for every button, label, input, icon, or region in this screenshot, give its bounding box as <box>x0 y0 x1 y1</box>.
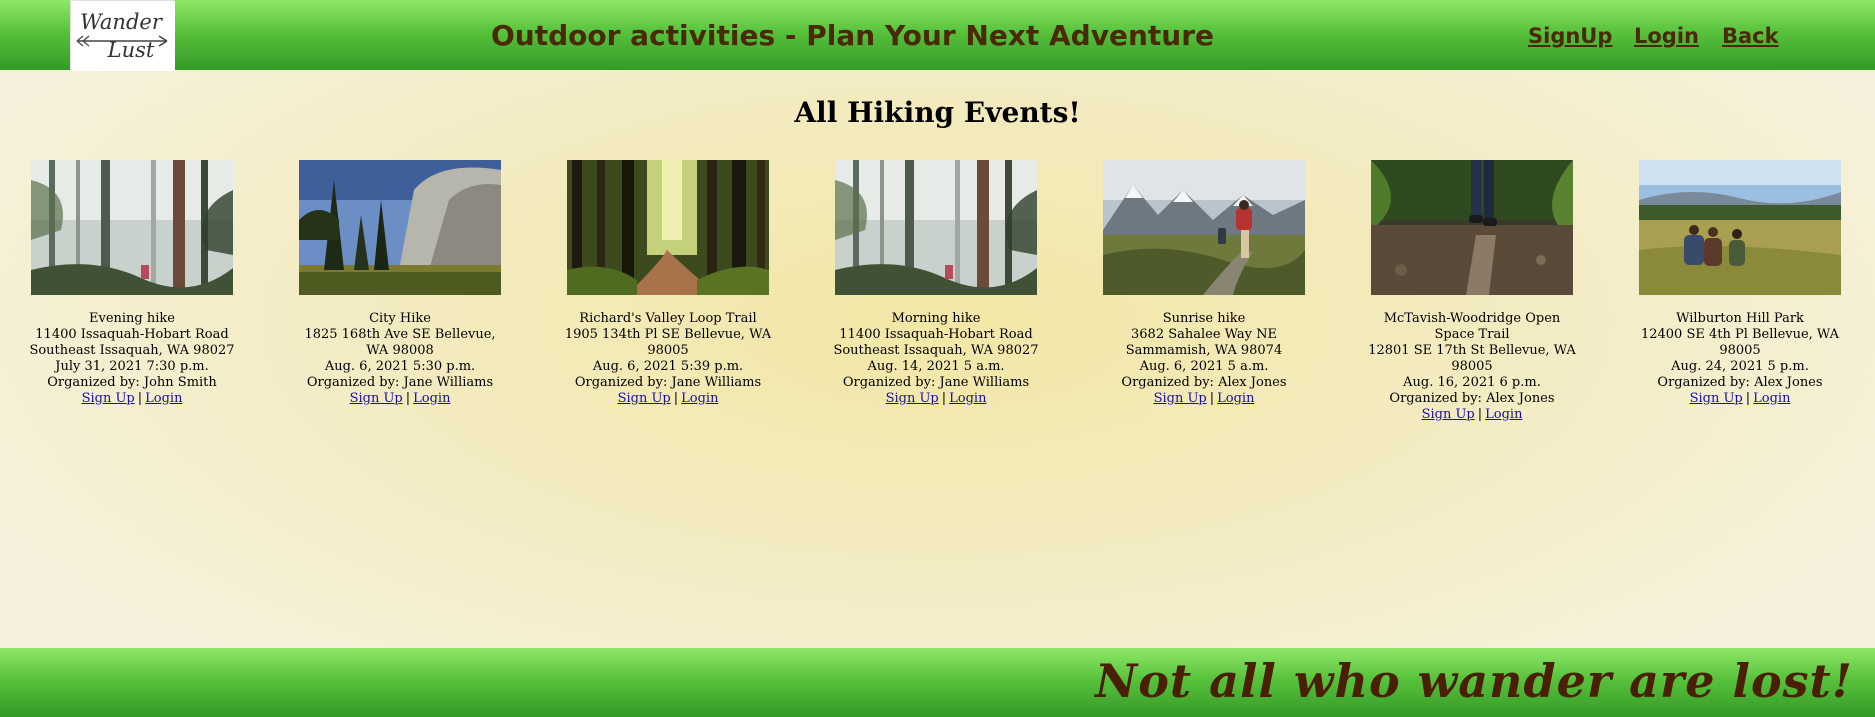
event-login-link[interactable]: Login <box>145 391 182 406</box>
events-list: Evening hike 11400 Issaquah-Hobart Road … <box>0 160 1875 460</box>
event-address: 1825 168th Ave SE Bellevue, WA 98008 <box>304 327 496 358</box>
log-walk-image <box>1371 160 1573 295</box>
event-card: Richard's Valley Loop Trail 1905 134th P… <box>563 160 773 407</box>
event-actions: Sign Up | Login <box>1099 391 1309 407</box>
event-organizer: Organized by: John Smith <box>47 375 217 390</box>
event-login-link[interactable]: Login <box>949 391 986 406</box>
event-card: Evening hike 11400 Issaquah-Hobart Road … <box>27 160 237 407</box>
nav-back-link[interactable]: Back <box>1722 0 1779 70</box>
header-bar: Wander Lust Outdoor activities - Plan Yo… <box>0 0 1875 71</box>
event-login-link[interactable]: Login <box>1753 391 1790 406</box>
event-actions: Sign Up | Login <box>1367 407 1577 423</box>
event-date: Aug. 6, 2021 5:30 p.m. <box>324 359 476 374</box>
event-address: 11400 Issaquah-Hobart Road Southeast Iss… <box>833 327 1039 358</box>
misty-forest-image <box>835 160 1037 295</box>
misty-forest-image <box>31 160 233 295</box>
event-image[interactable] <box>1103 160 1305 295</box>
event-name: McTavish-Woodridge Open Space Trail <box>1383 311 1561 342</box>
event-organizer: Organized by: Jane Williams <box>842 375 1030 390</box>
link-separator: | <box>405 391 411 406</box>
granite-cliff-image <box>299 160 501 295</box>
event-signup-link[interactable]: Sign Up <box>1154 391 1207 406</box>
event-image[interactable] <box>835 160 1037 295</box>
event-login-link[interactable]: Login <box>681 391 718 406</box>
event-name: Sunrise hike <box>1162 311 1246 326</box>
event-date: Aug. 16, 2021 6 p.m. <box>1403 375 1541 390</box>
event-name: Morning hike <box>891 311 981 326</box>
event-login-link[interactable]: Login <box>1485 407 1522 422</box>
event-card: Morning hike 11400 Issaquah-Hobart Road … <box>831 160 1041 407</box>
footer-bar: Not all who wander are lost! <box>0 648 1875 717</box>
event-organizer: Organized by: Alex Jones <box>1121 375 1287 390</box>
link-separator: | <box>941 391 947 406</box>
event-address: 1905 134th Pl SE Bellevue, WA 98005 <box>564 327 772 358</box>
footer-tagline: Not all who wander are lost! <box>1095 654 1853 708</box>
event-signup-link[interactable]: Sign Up <box>82 391 135 406</box>
event-organizer: Organized by: Alex Jones <box>1657 375 1823 390</box>
event-name: Richard's Valley Loop Trail <box>579 311 757 326</box>
event-signup-link[interactable]: Sign Up <box>1690 391 1743 406</box>
forest-path-image <box>567 160 769 295</box>
meadow-hikers-image <box>1639 160 1841 295</box>
event-card: Sunrise hike 3682 Sahalee Way NE Sammami… <box>1099 160 1309 407</box>
event-date: Aug. 6, 2021 5 a.m. <box>1139 359 1269 374</box>
link-separator: | <box>1745 391 1751 406</box>
event-image[interactable] <box>31 160 233 295</box>
event-login-link[interactable]: Login <box>413 391 450 406</box>
event-name: Evening hike <box>89 311 175 326</box>
mountain-hikers-image <box>1103 160 1305 295</box>
event-organizer: Organized by: Jane Williams <box>574 375 762 390</box>
event-date: Aug. 6, 2021 5:39 p.m. <box>592 359 744 374</box>
event-name: Wilburton Hill Park <box>1676 311 1804 326</box>
nav-login-link[interactable]: Login <box>1634 0 1699 70</box>
event-name: City Hike <box>369 311 431 326</box>
event-organizer: Organized by: Jane Williams <box>306 375 494 390</box>
event-signup-link[interactable]: Sign Up <box>886 391 939 406</box>
event-image[interactable] <box>1639 160 1841 295</box>
link-separator: | <box>1209 391 1215 406</box>
event-date: Aug. 24, 2021 5 p.m. <box>1671 359 1809 374</box>
event-image[interactable] <box>567 160 769 295</box>
event-card: Wilburton Hill Park 12400 SE 4th Pl Bell… <box>1635 160 1845 407</box>
link-separator: | <box>137 391 143 406</box>
event-signup-link[interactable]: Sign Up <box>350 391 403 406</box>
event-card: McTavish-Woodridge Open Space Trail 1280… <box>1367 160 1577 423</box>
event-image[interactable] <box>1371 160 1573 295</box>
event-signup-link[interactable]: Sign Up <box>1422 407 1475 422</box>
nav-signup-link[interactable]: SignUp <box>1528 0 1612 70</box>
event-address: 12400 SE 4th Pl Bellevue, WA 98005 <box>1640 327 1840 358</box>
site-title: Outdoor activities - Plan Your Next Adve… <box>490 19 1215 52</box>
event-signup-link[interactable]: Sign Up <box>618 391 671 406</box>
event-actions: Sign Up | Login <box>27 391 237 407</box>
event-date: July 31, 2021 7:30 p.m. <box>55 359 209 374</box>
link-separator: | <box>1477 407 1483 422</box>
event-address: 11400 Issaquah-Hobart Road Southeast Iss… <box>29 327 235 358</box>
event-actions: Sign Up | Login <box>831 391 1041 407</box>
event-address: 3682 Sahalee Way NE Sammamish, WA 98074 <box>1125 327 1283 358</box>
event-login-link[interactable]: Login <box>1217 391 1254 406</box>
link-separator: | <box>673 391 679 406</box>
event-date: Aug. 14, 2021 5 a.m. <box>867 359 1005 374</box>
event-actions: Sign Up | Login <box>563 391 773 407</box>
event-actions: Sign Up | Login <box>1635 391 1845 407</box>
page-heading: All Hiking Events! <box>794 96 1081 129</box>
event-card: City Hike 1825 168th Ave SE Bellevue, WA… <box>295 160 505 407</box>
event-actions: Sign Up | Login <box>295 391 505 407</box>
event-image[interactable] <box>299 160 501 295</box>
event-organizer: Organized by: Alex Jones <box>1389 391 1555 406</box>
event-address: 12801 SE 17th St Bellevue, WA 98005 <box>1368 343 1576 374</box>
